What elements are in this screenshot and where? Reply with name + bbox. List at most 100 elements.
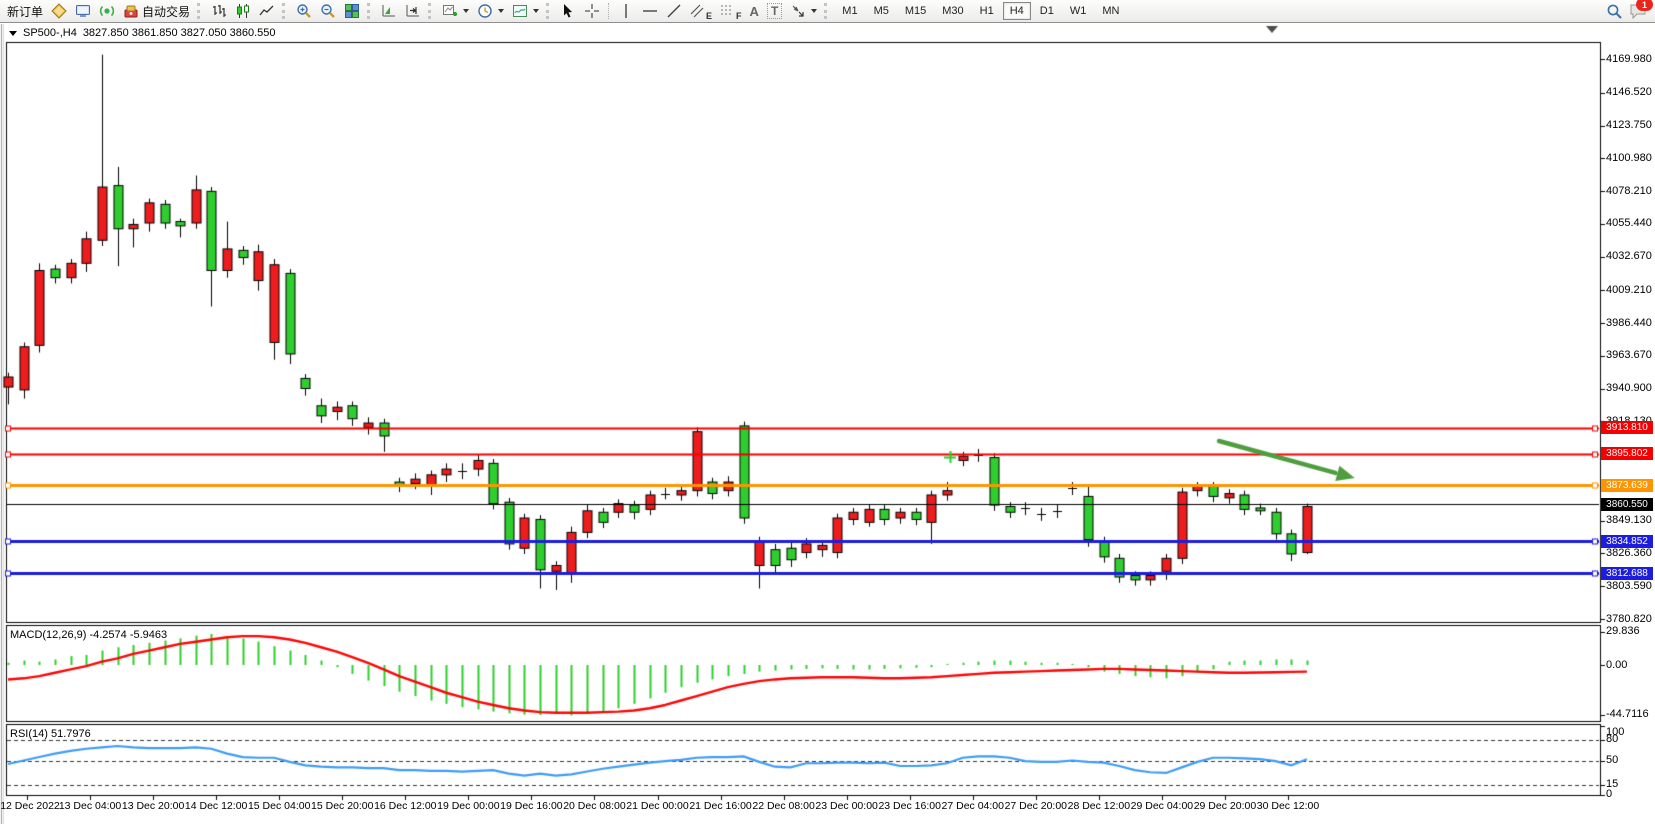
timeframe-button-M1[interactable]: M1 — [835, 2, 864, 20]
macd-label: MACD(12,26,9) -4.2574 -5.9463 — [10, 629, 167, 641]
auto-trading-button[interactable]: 自动交易 — [119, 1, 194, 21]
chart-title: SP500-,H4 3827.850 3861.850 3827.050 386… — [9, 27, 276, 39]
crosshair-button[interactable] — [580, 1, 604, 21]
price-tick-label: 4100.980 — [1606, 152, 1652, 165]
price-tick-label: 4009.210 — [1606, 284, 1652, 297]
fibonacci-tool[interactable]: F — [716, 1, 746, 21]
chevron-down-icon — [498, 9, 504, 13]
cursor-button[interactable] — [556, 1, 580, 21]
line-chart-icon — [259, 3, 275, 19]
crosshair-icon — [584, 3, 600, 19]
candlestick-chart-button[interactable] — [231, 1, 255, 21]
timeframe-button-M5[interactable]: M5 — [867, 2, 896, 20]
channel-letter: E — [706, 11, 712, 21]
chevron-down-icon — [533, 9, 539, 13]
price-chart-canvas[interactable] — [0, 24, 1655, 824]
toolbar-separator — [197, 3, 204, 19]
toolbar-separator — [367, 3, 374, 19]
hline-price-label[interactable]: 3873.639 — [1601, 479, 1653, 492]
date-label: 23 Dec 16:00 — [878, 800, 940, 812]
trendline-icon — [666, 3, 682, 19]
toolbar: 新订单 自动交易 — [0, 0, 1655, 23]
toolbar-separator — [282, 3, 289, 19]
timeframe-button-D1[interactable]: D1 — [1033, 2, 1061, 20]
timeframe-button-W1[interactable]: W1 — [1063, 2, 1094, 20]
bar-chart-button[interactable] — [207, 1, 231, 21]
notification-badge: 1 — [1636, 0, 1653, 11]
chart-window: SP500-,H4 3827.850 3861.850 3827.050 386… — [0, 24, 1655, 824]
new-order-button[interactable]: 新订单 — [3, 1, 47, 21]
macd-tick-label: 29.836 — [1606, 625, 1640, 638]
date-label: 14 Dec 12:00 — [185, 800, 247, 812]
rsi-label: RSI(14) 51.7976 — [10, 728, 91, 740]
app-window: 新订单 自动交易 — [0, 0, 1655, 824]
notifications-button[interactable]: 1 — [1629, 3, 1647, 19]
tile-windows-icon — [344, 3, 360, 19]
price-tick-label: 4032.670 — [1606, 250, 1652, 263]
date-label: 19 Dec 16:00 — [500, 800, 562, 812]
trendline-tool[interactable] — [662, 1, 686, 21]
chevron-down-icon — [463, 9, 469, 13]
terminal-button[interactable] — [71, 1, 95, 21]
indicators-button[interactable] — [438, 1, 473, 21]
auto-scroll-button[interactable] — [377, 1, 401, 21]
chart-shift-button[interactable] — [401, 1, 425, 21]
date-label: 29 Dec 04:00 — [1131, 800, 1193, 812]
rsi-tick-label: 80 — [1606, 733, 1618, 746]
timeframe-button-H4[interactable]: H4 — [1003, 2, 1031, 20]
price-tick-label: 4123.750 — [1606, 119, 1652, 132]
auto-trading-label: 自动交易 — [142, 3, 190, 20]
date-label: 20 Dec 08:00 — [563, 800, 625, 812]
shapes-tool[interactable] — [786, 1, 821, 21]
indicators-icon — [442, 3, 458, 19]
hline-price-label[interactable]: 3834.852 — [1601, 535, 1653, 548]
zoom-out-button[interactable] — [316, 1, 340, 21]
date-label: 15 Dec 20:00 — [311, 800, 373, 812]
hline-price-label[interactable]: 3895.802 — [1601, 447, 1653, 460]
tile-windows-button[interactable] — [340, 1, 364, 21]
macd-tick-label: 0.00 — [1606, 659, 1627, 672]
label-tool[interactable]: T — [763, 1, 786, 21]
date-label: 28 Dec 12:00 — [1068, 800, 1130, 812]
price-tick-label: 4169.980 — [1606, 53, 1652, 66]
date-label: 12 Dec 2022 — [0, 800, 60, 812]
line-chart-button[interactable] — [255, 1, 279, 21]
timeframe-button-MN[interactable]: MN — [1095, 2, 1126, 20]
horizontal-line-tool[interactable] — [638, 1, 662, 21]
zoom-in-button[interactable] — [292, 1, 316, 21]
date-label: 21 Dec 16:00 — [689, 800, 751, 812]
templates-button[interactable] — [508, 1, 543, 21]
vertical-line-tool[interactable] — [614, 1, 638, 21]
timeframe-button-H1[interactable]: H1 — [973, 2, 1001, 20]
hline-price-label[interactable]: 3913.810 — [1601, 421, 1653, 434]
symbol-dropdown-icon[interactable] — [9, 31, 17, 36]
price-tick-label: 3849.130 — [1606, 514, 1652, 527]
autotrade-icon — [123, 3, 139, 19]
candlestick-chart-icon — [235, 3, 251, 19]
chevron-down-icon — [811, 9, 817, 13]
timeframe-button-M30[interactable]: M30 — [935, 2, 970, 20]
periods-button[interactable] — [473, 1, 508, 21]
layouts-button[interactable] — [47, 1, 71, 21]
search-icon[interactable] — [1606, 3, 1623, 20]
new-order-label: 新订单 — [7, 3, 43, 20]
date-label: 23 Dec 00:00 — [815, 800, 877, 812]
periods-icon — [477, 3, 493, 19]
vline-icon — [618, 3, 634, 19]
timeframe-button-M15[interactable]: M15 — [898, 2, 933, 20]
hline-price-label[interactable]: 3812.688 — [1601, 567, 1653, 580]
date-label: 21 Dec 00:00 — [626, 800, 688, 812]
channel-tool[interactable]: E — [686, 1, 716, 21]
date-label: 27 Dec 20:00 — [1005, 800, 1067, 812]
date-label: 16 Dec 12:00 — [374, 800, 436, 812]
signal-button[interactable] — [95, 1, 119, 21]
date-label: 27 Dec 04:00 — [942, 800, 1004, 812]
price-tick-label: 4055.440 — [1606, 217, 1652, 230]
text-tool[interactable]: A — [746, 1, 763, 21]
channel-icon — [690, 3, 706, 19]
price-tick-label: 4146.520 — [1606, 86, 1652, 99]
current-price-label: 3860.550 — [1601, 498, 1653, 511]
date-label: 13 Dec 04:00 — [59, 800, 121, 812]
symbol-period-label: SP500-,H4 — [23, 27, 77, 39]
bar-chart-icon — [211, 3, 227, 19]
